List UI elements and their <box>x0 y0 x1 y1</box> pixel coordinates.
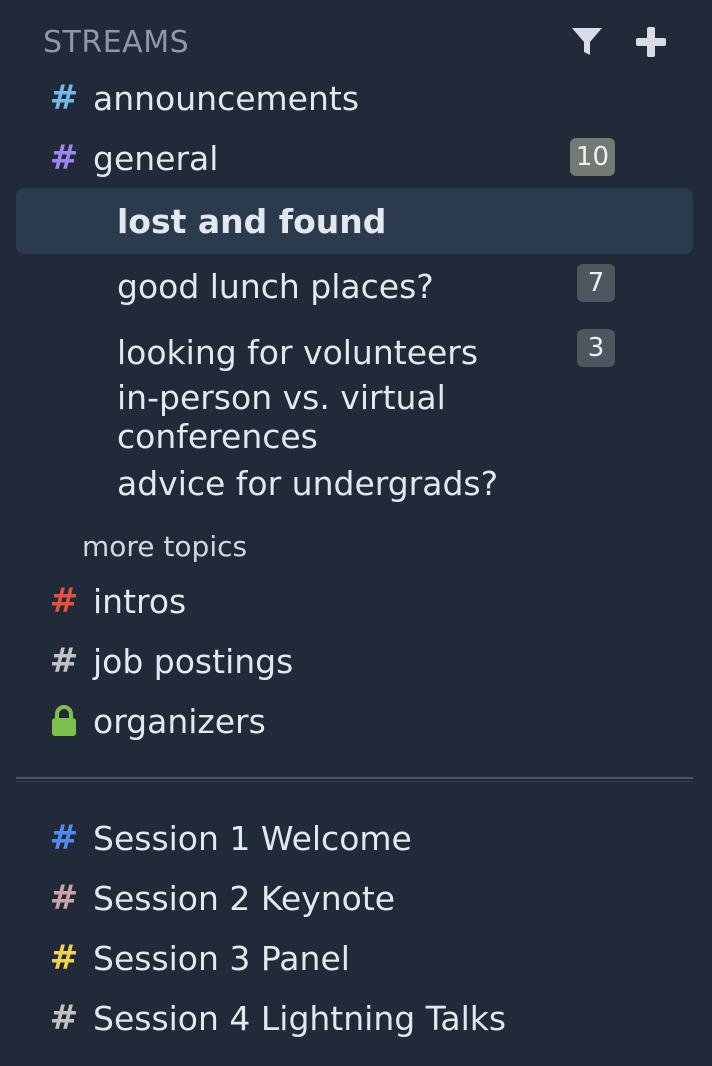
topic-good-lunch-places[interactable]: good lunch places? <box>117 256 615 316</box>
stream-session-4[interactable]: # Session 4 Lightning Talks <box>48 990 506 1046</box>
streams-header: STREAMS <box>43 22 668 62</box>
stream-job-postings[interactable]: # job postings <box>48 633 294 689</box>
topic-lost-and-found[interactable]: lost and found <box>117 191 615 251</box>
hash-icon: # <box>49 938 79 978</box>
hash-icon: # <box>49 818 79 858</box>
left-sidebar: STREAMS # announcements # general 10 los… <box>0 0 712 1066</box>
topic-looking-for-volunteers[interactable]: looking for volunteers <box>117 322 615 382</box>
unread-count-badge: 10 <box>569 138 615 176</box>
stream-name: Session 3 Panel <box>93 938 350 978</box>
stream-organizers[interactable]: organizers <box>48 693 266 749</box>
stream-intros[interactable]: # intros <box>48 573 187 629</box>
stream-name: Session 4 Lightning Talks <box>93 998 507 1038</box>
hash-icon: # <box>49 138 79 178</box>
stream-session-3[interactable]: # Session 3 Panel <box>48 930 350 986</box>
filter-icon[interactable] <box>570 25 604 59</box>
unread-count-badge: 7 <box>577 264 615 302</box>
topic-name: in-person vs. virtual conferences <box>117 378 446 456</box>
stream-name: announcements <box>93 78 360 118</box>
hash-icon: # <box>49 998 79 1038</box>
topic-name: good lunch places? <box>117 266 434 306</box>
topic-name: looking for volunteers <box>117 332 479 372</box>
stream-name: Session 2 Keynote <box>93 878 396 918</box>
unread-count-badge: 3 <box>577 329 615 367</box>
streams-title[interactable]: STREAMS <box>43 25 189 60</box>
topic-in-person-vs-virtual[interactable]: in-person vs. virtual conferences <box>117 378 652 456</box>
stream-session-1[interactable]: # Session 1 Welcome <box>48 810 412 866</box>
stream-announcements[interactable]: # announcements <box>48 70 359 126</box>
stream-general[interactable]: # general <box>48 130 219 186</box>
topic-advice-for-undergrads[interactable]: advice for undergrads? <box>117 453 615 513</box>
stream-name: general <box>93 138 219 178</box>
lock-icon <box>48 705 80 737</box>
stream-name: intros <box>93 581 187 621</box>
hash-icon: # <box>49 78 79 118</box>
more-topics-link[interactable]: more topics <box>82 526 247 566</box>
topic-name: lost and found <box>117 201 387 241</box>
stream-session-2[interactable]: # Session 2 Keynote <box>48 870 395 926</box>
hash-icon: # <box>49 581 79 621</box>
hash-icon: # <box>49 878 79 918</box>
hash-icon: # <box>49 641 79 681</box>
stream-name: organizers <box>93 701 266 741</box>
header-actions <box>570 25 668 59</box>
stream-name: job postings <box>93 641 294 681</box>
topic-name: advice for undergrads? <box>117 463 499 503</box>
stream-name: Session 1 Welcome <box>93 818 412 858</box>
section-divider <box>16 777 693 782</box>
plus-icon[interactable] <box>634 25 668 59</box>
